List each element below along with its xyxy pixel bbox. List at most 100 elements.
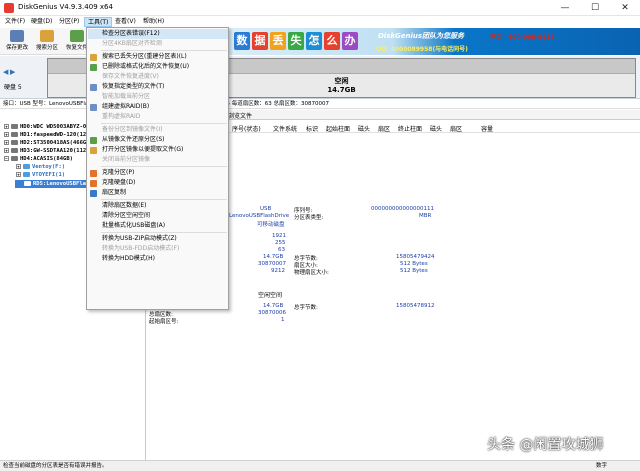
expand-icon[interactable]: +: [16, 172, 21, 177]
ad-banner[interactable]: 数 据 丢 失 怎 么 办 DiskGenius团队为您服务 电话：400-00…: [228, 28, 640, 55]
dropdown-item[interactable]: 清除扇区数据(E): [88, 201, 228, 211]
banner-char: 据: [252, 32, 268, 50]
menu-separator: [101, 50, 227, 51]
banner-phone: 电话：400-008-9958: [490, 34, 555, 41]
disk-icon: [11, 132, 18, 137]
tree-item-ventoy[interactable]: + Ventoy(F:): [16, 163, 65, 171]
prop-type: 可移动磁盘: [257, 222, 285, 228]
dropdown-item[interactable]: 检查分区表错误(F12): [88, 29, 228, 39]
forward-arrow-icon[interactable]: ▶: [10, 68, 15, 76]
banner-qq: QQ: 4000089958(与电话同号): [376, 46, 468, 53]
dropdown-item[interactable]: 已删除或格式化后的文件恢复(U): [88, 62, 228, 72]
banner-char: 怎: [306, 32, 322, 50]
tree-item-hd4[interactable]: − HD4:ACASIS(84GB): [4, 155, 73, 163]
back-arrow-icon[interactable]: ◀: [3, 68, 8, 76]
prop-interface: USB: [260, 206, 272, 212]
copy-icon: [90, 190, 97, 197]
col-header: 起始柱面: [326, 126, 351, 133]
expand-icon[interactable]: +: [4, 124, 9, 129]
menu-disk[interactable]: 硬盘(D): [28, 17, 55, 27]
dropdown-item-label: 转换为USB-ZIP启动模式(Z): [102, 235, 177, 242]
search-icon: [90, 54, 97, 61]
expand-icon[interactable]: +: [16, 164, 21, 169]
dropdown-item[interactable]: 打开分区镜像以便提取文件(G): [88, 145, 228, 155]
search-partition-button[interactable]: 搜索分区: [33, 29, 61, 54]
tree-item-hd2[interactable]: + HD2:ST3500418AS(466GB): [4, 139, 93, 147]
dropdown-item: 重构虚拟RAID: [88, 112, 228, 122]
dropdown-item[interactable]: 克隆分区(P): [88, 168, 228, 178]
save-icon: [10, 30, 24, 42]
collapse-icon[interactable]: −: [4, 156, 9, 161]
dropdown-item-label: 清除分区空闲空间: [102, 212, 151, 219]
prop-phys-sector: 512 Bytes: [400, 268, 428, 274]
menu-separator: [101, 199, 227, 200]
recover-icon: [70, 30, 84, 42]
menu-view[interactable]: 查看(V): [112, 17, 139, 27]
dropdown-item[interactable]: 清除分区空闲空间: [88, 211, 228, 221]
dropdown-item-label: 转换为HDD模式(H): [102, 255, 155, 262]
free-total: 15805478912: [396, 303, 435, 309]
expand-icon[interactable]: +: [4, 148, 9, 153]
dropdown-item: 备份分区到镜像文件(I): [88, 125, 228, 135]
dropdown-item[interactable]: 转换为USB-ZIP启动模式(Z): [88, 234, 228, 244]
prop-sectors: 30870007: [258, 261, 286, 267]
save-changes-label: 保存更改: [5, 45, 28, 51]
raid-icon: [90, 104, 97, 111]
prop-cylinders: 1921: [272, 233, 286, 239]
tree-item-hd3[interactable]: + HD3:GW-SSDTAA120(112GB): [4, 147, 96, 155]
dropdown-item[interactable]: 搜索已丢失分区(重建分区表)(L): [88, 52, 228, 62]
tree-item-label: HD3:GW-SSDTAA120(112GB): [20, 148, 97, 154]
search-icon: [40, 30, 54, 42]
dropdown-item-label: 转换为USB-FDD启动模式(F): [102, 245, 180, 252]
dropdown-item: 转换为USB-FDD启动模式(F): [88, 244, 228, 254]
dropdown-item[interactable]: 组建虚拟RAID(B): [88, 102, 228, 112]
tree-item-label: HD2:ST3500418AS(466GB): [20, 140, 93, 146]
col-header: 终止柱面: [398, 126, 423, 133]
close-button[interactable]: ✕: [610, 0, 640, 16]
dropdown-item-label: 清除扇区数据(E): [102, 202, 147, 209]
disk-icon: [11, 156, 18, 161]
menu-partition[interactable]: 分区(P): [56, 17, 82, 27]
dropdown-item[interactable]: 扇区复制: [88, 188, 228, 198]
dropdown-item-label: 批量格式化USB磁盘(A): [102, 222, 166, 229]
disk-label: 硬盘 5: [4, 84, 22, 91]
dropdown-item: 智能加载当前分区: [88, 92, 228, 102]
dropdown-item-label: 打开分区镜像以便提取文件(G): [102, 146, 184, 153]
dropdown-item-label: 分区4KB扇区对齐检测: [102, 40, 162, 47]
col-header: 扇区: [378, 126, 391, 133]
free-sectors: 30870006: [258, 310, 286, 316]
usb-disk-icon: [24, 181, 31, 186]
dropdown-item[interactable]: 克隆硬盘(D): [88, 178, 228, 188]
menu-tools[interactable]: 工具(T): [84, 17, 113, 27]
free-space-title: 空闲空间: [258, 292, 283, 299]
menu-help[interactable]: 帮助(H): [140, 17, 167, 27]
tab-browse-files[interactable]: 浏览文件: [228, 111, 252, 120]
tree-item-vtoyefi[interactable]: + VTOYEFI(1): [16, 171, 65, 179]
expand-icon[interactable]: +: [4, 132, 9, 137]
menu-file[interactable]: 文件(F): [2, 17, 28, 27]
save-changes-button[interactable]: 保存更改: [3, 29, 31, 54]
expand-icon[interactable]: +: [4, 140, 9, 145]
status-bar: 检查当前磁盘的分区表是否有错误并报告。: [0, 460, 640, 471]
tools-dropdown-menu: 检查分区表错误(F12) 分区4KB扇区对齐检测搜索已丢失分区(重建分区表)(L)…: [86, 27, 229, 310]
col-header: 标识: [306, 126, 319, 133]
dropdown-item-label: 智能加载当前分区: [102, 93, 151, 100]
dropdown-item-label: 关闭当前分区镜像: [102, 156, 151, 163]
dropdown-item-label: 保存文件恢复进度(V): [102, 73, 159, 80]
minimize-button[interactable]: —: [550, 0, 580, 16]
search-partition-label: 搜索分区: [35, 45, 58, 51]
start-sector-label: 起始扇区号:: [149, 319, 179, 325]
restore-icon: [90, 137, 97, 144]
menu-separator: [101, 166, 227, 167]
dropdown-item[interactable]: 从镜像文件还原分区(S): [88, 135, 228, 145]
dropdown-item-label: 已删除或格式化后的文件恢复(U): [102, 63, 190, 70]
banner-char: 办: [342, 32, 358, 50]
clone-icon: [90, 170, 97, 177]
dropdown-item-label: 恢复指定类型的文件(T): [102, 83, 165, 90]
disk-icon: [11, 124, 18, 129]
col-header: 序号(状态): [232, 126, 261, 133]
dropdown-item[interactable]: 批量格式化USB磁盘(A): [88, 221, 228, 231]
maximize-button[interactable]: ☐: [580, 0, 610, 16]
dropdown-item[interactable]: 转换为HDD模式(H): [88, 254, 228, 264]
dropdown-item[interactable]: 恢复指定类型的文件(T): [88, 82, 228, 92]
